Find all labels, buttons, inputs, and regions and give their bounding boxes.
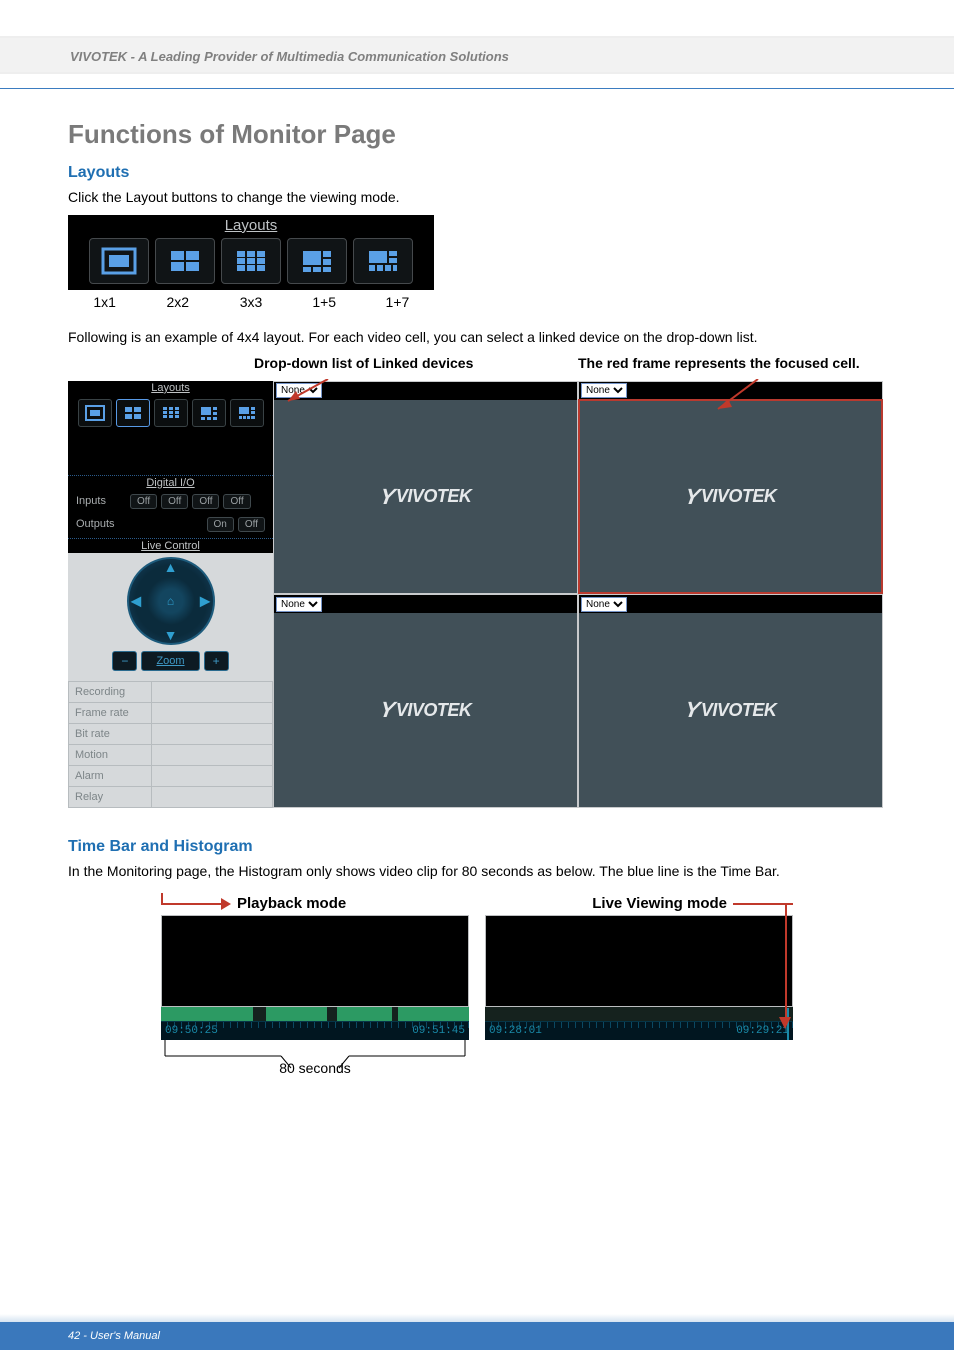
device-dropdown-3[interactable]: None [276,597,322,612]
live-timebar[interactable]: 09:28:01 09:29:21 [485,1021,793,1040]
caption-dropdown: Drop-down list of Linked devices [254,355,473,371]
live-label: Live Viewing mode [592,895,727,912]
ptz-left-icon[interactable]: ◀ [131,592,142,609]
live-start: 09:28:01 [489,1025,542,1037]
layout-1x1-button[interactable] [89,238,149,284]
zoom-out-button[interactable]: − [112,651,137,671]
vivotek-logo: YVIVOTEK [380,484,472,510]
input-3[interactable]: Off [192,494,219,509]
output-on[interactable]: On [207,517,234,532]
caption-redframe: The red frame represents the focused cel… [578,355,860,371]
layouts-bar-title: Layouts [68,217,434,234]
layouts-intro: Click the Layout buttons to change the v… [68,188,886,207]
status-framerate: Frame rate [69,702,152,723]
status-table: Recording Frame rate Bit rate Motion Ala… [68,681,273,808]
vivotek-logo: YVIVOTEK [685,484,777,510]
output-off[interactable]: Off [238,517,265,532]
playback-preview [161,915,469,1007]
example-intro: Following is an example of 4x4 layout. F… [68,328,886,347]
layout-1p5-button[interactable] [287,238,347,284]
arrow-down-icon [779,1017,791,1029]
status-alarm: Alarm [69,765,152,786]
input-2[interactable]: Off [161,494,188,509]
layouts-labels: 1x1 2x2 3x3 1+5 1+7 [68,294,434,310]
label-1x1: 1x1 [68,294,141,310]
playback-start: 09:50:25 [165,1025,218,1037]
ptz-up-icon[interactable]: ▲ [164,559,178,575]
vivotek-logo: YVIVOTEK [685,697,777,723]
label-2x2: 2x2 [141,294,214,310]
leader-line [161,903,221,905]
leader-line-dropdown [268,379,358,407]
playback-label: Playback mode [237,895,346,912]
playback-histogram [161,1007,469,1021]
video-cell-3[interactable]: None YVIVOTEK [273,594,578,808]
layouts-toolbar: Layouts [68,215,434,290]
video-cell-1[interactable]: None YVIVOTEK [273,381,578,595]
status-relay: Relay [69,786,152,807]
layout-3x3-button[interactable] [221,238,281,284]
leader-vline [785,903,787,1023]
live-box: Live Viewing mode 09:28:01 09:29:21 [485,893,793,1076]
layouts-heading: Layouts [68,164,886,182]
video-grid: None YVIVOTEK None YVIVOTEK None YVIVOTE… [273,381,883,808]
timebar-heading: Time Bar and Histogram [68,838,886,856]
sp-live-control-title: Live Control [68,538,273,553]
status-recording: Recording [69,681,152,702]
leader-line [733,903,793,905]
arrow-right-icon [221,898,231,910]
sp-digital-io-title: Digital I/O [68,475,273,490]
footer: 42 - User's Manual [0,1322,954,1350]
live-preview [485,915,793,1007]
sp-layout-3x3[interactable] [154,399,188,427]
ptz-down-icon[interactable]: ▼ [164,627,178,643]
playback-box: Playback mode 09:50:25 09:51:45 [161,893,469,1076]
live-histogram [485,1007,793,1021]
playback-end: 09:51:45 [412,1025,465,1037]
sp-layout-2x2[interactable] [116,399,150,427]
sp-layout-1x1[interactable] [78,399,112,427]
ptz-home-icon[interactable]: ⌂ [167,594,174,608]
span-label: 80 seconds [161,1060,469,1076]
sp-layout-1p5[interactable] [192,399,226,427]
device-dropdown-2[interactable]: None [581,383,627,398]
device-dropdown-4[interactable]: None [581,597,627,612]
zoom-label: Zoom [141,651,199,671]
ptz-navigator[interactable]: ▲ ▼ ◀ ▶ ⌂ [127,557,215,645]
sp-layouts-title: Layouts [68,381,273,395]
status-bitrate: Bit rate [69,723,152,744]
label-1p7: 1+7 [361,294,434,310]
status-motion: Motion [69,744,152,765]
layout-2x2-button[interactable] [155,238,215,284]
layout-1p7-button[interactable] [353,238,413,284]
sp-layout-1p7[interactable] [230,399,264,427]
label-3x3: 3x3 [214,294,287,310]
input-4[interactable]: Off [223,494,250,509]
playback-timebar[interactable]: 09:50:25 09:51:45 [161,1021,469,1040]
timebar-intro: In the Monitoring page, the Histogram on… [68,862,886,881]
label-1p5: 1+5 [288,294,361,310]
leader-line-focused [708,379,808,419]
page-title: Functions of Monitor Page [68,119,886,150]
footer-text: 42 - User's Manual [68,1330,160,1342]
zoom-in-button[interactable]: + [204,651,229,671]
header-text: VIVOTEK - A Leading Provider of Multimed… [70,49,509,64]
outputs-label: Outputs [76,518,126,530]
side-panel: Layouts Digital I/O Inputs Off [68,381,273,808]
video-cell-4[interactable]: None YVIVOTEK [578,594,883,808]
vivotek-logo: YVIVOTEK [380,697,472,723]
input-1[interactable]: Off [130,494,157,509]
ptz-right-icon[interactable]: ▶ [200,592,211,609]
inputs-label: Inputs [76,495,126,507]
